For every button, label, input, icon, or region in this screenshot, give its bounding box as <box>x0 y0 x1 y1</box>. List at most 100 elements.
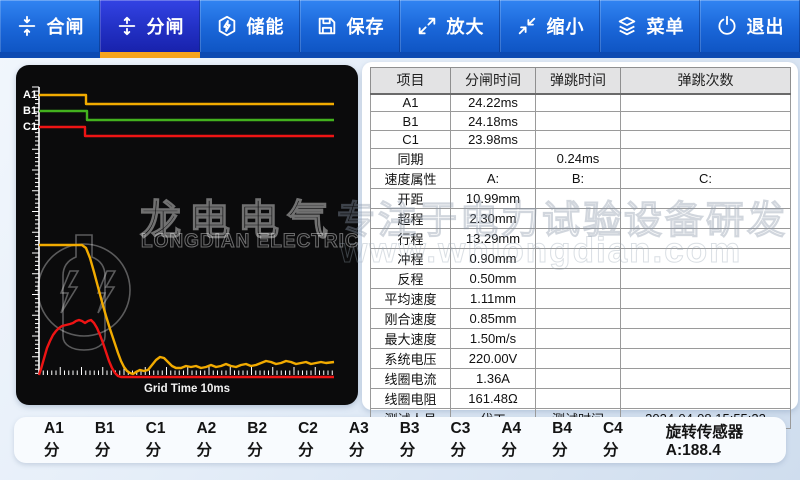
table-cell: B1 <box>371 112 451 130</box>
table-cell <box>621 229 791 249</box>
table-cell: C1 <box>371 130 451 148</box>
tab-zoom-in[interactable]: 放大 <box>400 0 500 58</box>
phase-status-item: B4 分 <box>552 420 587 460</box>
table-row: A124.22ms <box>371 94 791 112</box>
waveform-svg <box>16 65 358 405</box>
tab-label: 储能 <box>247 13 285 39</box>
tab-close-switch[interactable]: 合闸 <box>0 0 100 58</box>
table-cell <box>621 389 791 409</box>
table-row: 最大速度1.50m/s <box>371 329 791 349</box>
table-cell: 13.29mm <box>451 229 536 249</box>
phase-status-item: B1 分 <box>95 420 130 460</box>
save-icon <box>316 15 338 37</box>
table-cell <box>621 112 791 130</box>
table-row: 超程2.30mm <box>371 209 791 229</box>
phase-status-item: B3 分 <box>400 420 435 460</box>
table-cell: C: <box>621 169 791 189</box>
tab-open-switch[interactable]: 分闸 <box>100 0 200 58</box>
grid-time-caption: Grid Time 10ms <box>16 383 358 395</box>
waveform-panel: 龙电电气 LONGDIAN ELECTRIC A1 B1 C1 Grid Tim… <box>16 65 358 405</box>
table-cell <box>536 112 621 130</box>
status-bar: A1 分B1 分C1 分A2 分B2 分C2 分A3 分B3 分C3 分A4 分… <box>14 417 786 463</box>
tab-save[interactable]: 保存 <box>300 0 400 58</box>
trace-label-b1: B1 <box>23 105 47 117</box>
tab-zoom-out[interactable]: 缩小 <box>500 0 600 58</box>
menu-icon <box>616 15 638 37</box>
table-cell: 最大速度 <box>371 329 451 349</box>
table-cell <box>621 289 791 309</box>
table-cell <box>451 149 536 169</box>
table-cell: 0.90mm <box>451 249 536 269</box>
table-cell: 刚合速度 <box>371 309 451 329</box>
exit-icon <box>716 15 738 37</box>
table-cell <box>536 309 621 329</box>
tab-label: 合闸 <box>47 13 85 39</box>
table-cell <box>621 349 791 369</box>
table-header-row: 项目分闸时间弹跳时间弹跳次数 <box>371 68 791 94</box>
table-cell: 线圈电阻 <box>371 389 451 409</box>
phase-status-item: C2 分 <box>298 420 333 460</box>
table-cell: 0.24ms <box>536 149 621 169</box>
table-row: 系统电压220.00V <box>371 349 791 369</box>
table-row: C123.98ms <box>371 130 791 148</box>
open-switch-icon <box>116 15 138 37</box>
table-cell: 220.00V <box>451 349 536 369</box>
table-cell: 24.22ms <box>451 94 536 112</box>
table-cell <box>536 130 621 148</box>
B1-contact <box>39 111 334 120</box>
table-cell: 系统电压 <box>371 349 451 369</box>
A1-contact <box>39 95 334 104</box>
table-cell <box>536 329 621 349</box>
table-row: 平均速度1.11mm <box>371 289 791 309</box>
close-switch-icon <box>16 15 38 37</box>
table-cell: A: <box>451 169 536 189</box>
tab-label: 放大 <box>447 13 485 39</box>
table-cell <box>621 149 791 169</box>
table-cell: 0.85mm <box>451 309 536 329</box>
table-cell <box>621 209 791 229</box>
table-cell <box>621 269 791 289</box>
phase-status-item: C4 分 <box>603 420 638 460</box>
table-cell: 10.99mm <box>451 189 536 209</box>
tab-menu[interactable]: 菜单 <box>600 0 700 58</box>
tab-energy-storage[interactable]: 储能 <box>200 0 300 58</box>
table-row: 冲程0.90mm <box>371 249 791 269</box>
phase-status-item: B2 分 <box>247 420 282 460</box>
table-cell: 开距 <box>371 189 451 209</box>
table-row: 开距10.99mm <box>371 189 791 209</box>
table-cell <box>536 189 621 209</box>
phase-status-item: A3 分 <box>349 420 384 460</box>
tab-exit[interactable]: 退出 <box>700 0 800 58</box>
toolbar: 合闸 分闸 储能 保存 放大 缩小 菜单 <box>0 0 800 58</box>
table-header-cell: 分闸时间 <box>451 68 536 94</box>
table-cell <box>536 249 621 269</box>
table-row: 同期 0.24ms <box>371 149 791 169</box>
table-cell: 161.48Ω <box>451 389 536 409</box>
table-cell <box>621 369 791 389</box>
phase-status-item: A1 分 <box>44 420 79 460</box>
trace-label-c1: C1 <box>23 121 47 133</box>
table-row: 反程0.50mm <box>371 269 791 289</box>
energy-icon <box>216 15 238 37</box>
table-header-cell: 弹跳次数 <box>621 68 791 94</box>
table-cell: 冲程 <box>371 249 451 269</box>
table-cell <box>621 309 791 329</box>
axes-and-series <box>32 87 334 377</box>
zoom-out-icon <box>516 15 538 37</box>
tab-label: 分闸 <box>147 13 185 39</box>
phase-status-item: C1 分 <box>146 420 181 460</box>
table-body: A124.22msB124.18msC123.98ms同期 0.24ms速度属性A… <box>371 94 791 429</box>
table-row: 速度属性A:B:C: <box>371 169 791 189</box>
table-row: 线圈电阻161.48Ω <box>371 389 791 409</box>
tab-label: 缩小 <box>547 13 585 39</box>
rotation-sensor-reading: 旋转传感器 A:188.4 <box>666 420 786 460</box>
table-row: 刚合速度0.85mm <box>371 309 791 329</box>
table-cell: 24.18ms <box>451 112 536 130</box>
coil-current-curve <box>39 320 334 377</box>
table-row: 行程13.29mm <box>371 229 791 249</box>
table-cell: 反程 <box>371 269 451 289</box>
table-cell: 0.50mm <box>451 269 536 289</box>
table-cell <box>621 94 791 112</box>
table-cell: 1.36A <box>451 369 536 389</box>
table-cell: 同期 <box>371 149 451 169</box>
